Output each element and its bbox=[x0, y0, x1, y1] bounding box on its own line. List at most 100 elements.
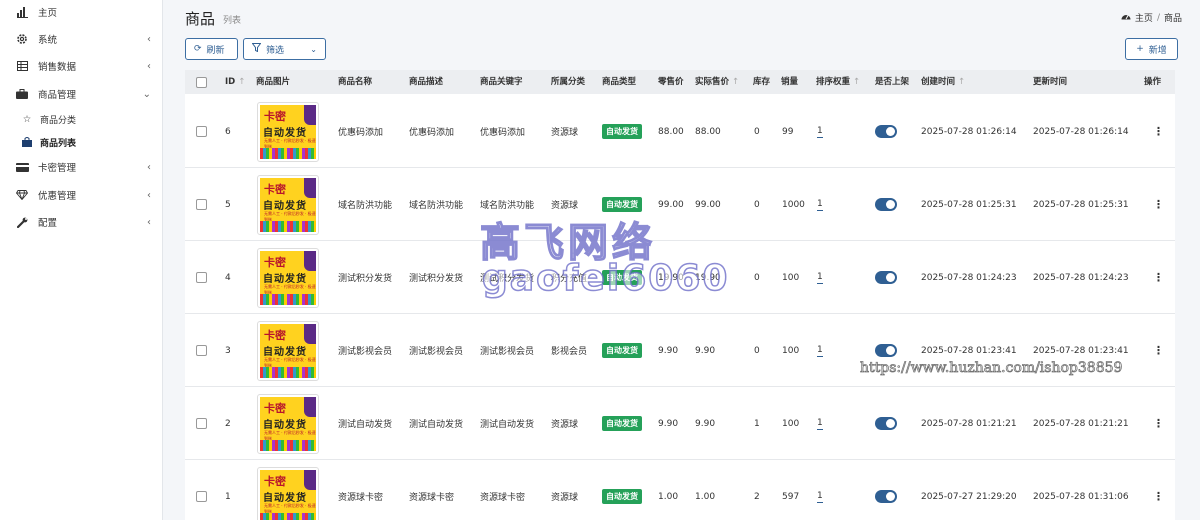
cell-stock: 0 bbox=[754, 345, 760, 356]
select-all-checkbox[interactable] bbox=[196, 77, 207, 88]
cell-sales: 1000 bbox=[782, 199, 805, 210]
cell-stock: 0 bbox=[754, 272, 760, 283]
plus-icon: + bbox=[1136, 44, 1144, 54]
cell-sales: 100 bbox=[782, 418, 800, 429]
cell-retail-price: 9.90 bbox=[658, 345, 679, 356]
sidebar-item-config[interactable]: 配置 ‹ bbox=[0, 210, 163, 234]
cell-id: 4 bbox=[225, 272, 231, 283]
sidebar-item-system[interactable]: 系统 ‹ bbox=[0, 27, 163, 51]
cell-type: 自动发货 bbox=[602, 387, 642, 460]
thumb-text-main: 卡密 bbox=[264, 110, 286, 123]
sidebar-item-discount-management[interactable]: 优惠管理 ‹ bbox=[0, 183, 163, 207]
cell-actions: ⋮ bbox=[1153, 460, 1164, 520]
sidebar-item-label: 商品管理 bbox=[38, 90, 77, 101]
cell-actions: ⋮ bbox=[1153, 387, 1164, 460]
cell-id: 3 bbox=[225, 345, 231, 356]
listed-toggle[interactable] bbox=[875, 490, 897, 503]
weight-editable[interactable]: 1 bbox=[817, 126, 823, 138]
product-image[interactable]: 卡密 自动发货 无需人工 · 付款后秒发 · 极速到账 bbox=[257, 321, 319, 381]
thumb-text-main: 卡密 bbox=[264, 256, 286, 269]
product-image[interactable]: 卡密 自动发货 无需人工 · 付款后秒发 · 极速到账 bbox=[257, 394, 319, 454]
cell-weight: 1 bbox=[817, 168, 823, 241]
more-actions-icon[interactable]: ⋮ bbox=[1153, 198, 1164, 211]
sidebar-item-label: 优惠管理 bbox=[38, 191, 77, 202]
product-image[interactable]: 卡密 自动发货 无需人工 · 付款后秒发 · 极速到账 bbox=[257, 175, 319, 235]
sidebar-item-label: 主页 bbox=[38, 8, 58, 19]
row-checkbox[interactable] bbox=[196, 491, 207, 502]
listed-toggle[interactable] bbox=[875, 271, 897, 284]
wrench-icon bbox=[15, 215, 29, 229]
more-actions-icon[interactable]: ⋮ bbox=[1153, 417, 1164, 430]
column-header-weight[interactable]: 排序权重 ↑ bbox=[816, 70, 860, 94]
column-header-retail: 零售价 bbox=[658, 77, 684, 87]
product-thumbnail: 卡密 自动发货 无需人工 · 付款后秒发 · 极速到账 bbox=[260, 470, 316, 520]
cell-updated-time: 2025-07-28 01:21:21 bbox=[1033, 418, 1129, 429]
cell-retail-price: 9.90 bbox=[658, 418, 679, 429]
cell-desc: 测试影视会员 bbox=[409, 347, 464, 357]
more-actions-icon[interactable]: ⋮ bbox=[1153, 271, 1164, 284]
listed-toggle[interactable] bbox=[875, 198, 897, 211]
sidebar-item-home[interactable]: 主页 bbox=[0, 0, 163, 24]
table-row: 卡密 自动发货 无需人工 · 付款后秒发 · 极速到账 3 测试影视会员 测试影视会员 测试… bbox=[185, 314, 1175, 387]
cell-name: 测试影视会员 bbox=[338, 347, 393, 357]
column-header-created[interactable]: 创建时间 ↑ bbox=[921, 70, 965, 94]
cell-name: 优惠码添加 bbox=[338, 128, 384, 138]
listed-toggle[interactable] bbox=[875, 344, 897, 357]
cell-name: 测试积分发货 bbox=[338, 274, 393, 284]
column-header-sales: 销量 bbox=[781, 77, 799, 87]
cell-created-time: 2025-07-28 01:24:23 bbox=[921, 272, 1017, 283]
row-checkbox[interactable] bbox=[196, 345, 207, 356]
column-header-actual[interactable]: 实际售价 ↑ bbox=[695, 70, 739, 94]
sidebar-item-product-list[interactable]: 商品列表 bbox=[0, 130, 163, 154]
row-checkbox[interactable] bbox=[196, 199, 207, 210]
cell-created-time: 2025-07-28 01:23:41 bbox=[921, 345, 1017, 356]
product-image[interactable]: 卡密 自动发货 无需人工 · 付款后秒发 · 极速到账 bbox=[257, 467, 319, 520]
cell-actual-price: 99.00 bbox=[695, 199, 721, 210]
row-checkbox[interactable] bbox=[196, 126, 207, 137]
cell-actual-price: 1.00 bbox=[695, 491, 716, 502]
thumb-text-title: 自动发货 bbox=[263, 493, 307, 504]
weight-editable[interactable]: 1 bbox=[817, 491, 823, 503]
more-actions-icon[interactable]: ⋮ bbox=[1153, 344, 1164, 357]
filter-button[interactable]: 筛选 ⌄ bbox=[243, 38, 326, 60]
sidebar-item-sales-data[interactable]: 销售数据 ‹ bbox=[0, 54, 163, 78]
column-header-name: 商品名称 bbox=[338, 77, 373, 87]
add-button[interactable]: + 新增 bbox=[1125, 38, 1178, 60]
column-header-id[interactable]: ID ↑ bbox=[225, 70, 245, 94]
page-title: 商品 bbox=[185, 10, 216, 28]
cell-listed bbox=[875, 387, 897, 460]
listed-toggle[interactable] bbox=[875, 417, 897, 430]
cell-retail-price: 88.00 bbox=[658, 126, 684, 137]
product-image[interactable]: 卡密 自动发货 无需人工 · 付款后秒发 · 极速到账 bbox=[257, 102, 319, 162]
weight-editable[interactable]: 1 bbox=[817, 345, 823, 357]
cell-created-time: 2025-07-28 01:21:21 bbox=[921, 418, 1017, 429]
thumb-text-title: 自动发货 bbox=[263, 128, 307, 139]
cell-sales: 99 bbox=[782, 126, 794, 137]
more-actions-icon[interactable]: ⋮ bbox=[1153, 490, 1164, 503]
sidebar-item-product-category[interactable]: ☆ 商品分类 bbox=[0, 107, 163, 131]
weight-editable[interactable]: 1 bbox=[817, 418, 823, 430]
product-thumbnail: 卡密 自动发货 无需人工 · 付款后秒发 · 极速到账 bbox=[260, 251, 316, 305]
row-checkbox[interactable] bbox=[196, 418, 207, 429]
cell-category: 资源球 bbox=[551, 420, 579, 430]
row-checkbox[interactable] bbox=[196, 272, 207, 283]
listed-toggle[interactable] bbox=[875, 125, 897, 138]
refresh-label: 刷新 bbox=[206, 45, 225, 56]
more-actions-icon[interactable]: ⋮ bbox=[1153, 125, 1164, 138]
cell-id: 2 bbox=[225, 418, 231, 429]
cell-sales: 100 bbox=[782, 272, 800, 283]
product-image[interactable]: 卡密 自动发货 无需人工 · 付款后秒发 · 极速到账 bbox=[257, 248, 319, 308]
sidebar-item-label: 销售数据 bbox=[38, 62, 77, 73]
cell-id: 1 bbox=[225, 491, 231, 502]
cell-id: 5 bbox=[225, 199, 231, 210]
cell-updated-time: 2025-07-28 01:26:14 bbox=[1033, 126, 1129, 137]
weight-editable[interactable]: 1 bbox=[817, 199, 823, 211]
refresh-button[interactable]: ⟳ 刷新 bbox=[185, 38, 238, 60]
weight-editable[interactable]: 1 bbox=[817, 272, 823, 284]
chevron-left-icon: ‹ bbox=[147, 161, 151, 173]
cell-desc: 域名防洪功能 bbox=[409, 201, 464, 211]
cell-weight: 1 bbox=[817, 314, 823, 387]
breadcrumb-home[interactable]: 主页 bbox=[1135, 11, 1153, 24]
sidebar-item-card-management[interactable]: 卡密管理 ‹ bbox=[0, 155, 163, 179]
sidebar-item-product-management[interactable]: 商品管理 ⌄ bbox=[0, 82, 163, 106]
